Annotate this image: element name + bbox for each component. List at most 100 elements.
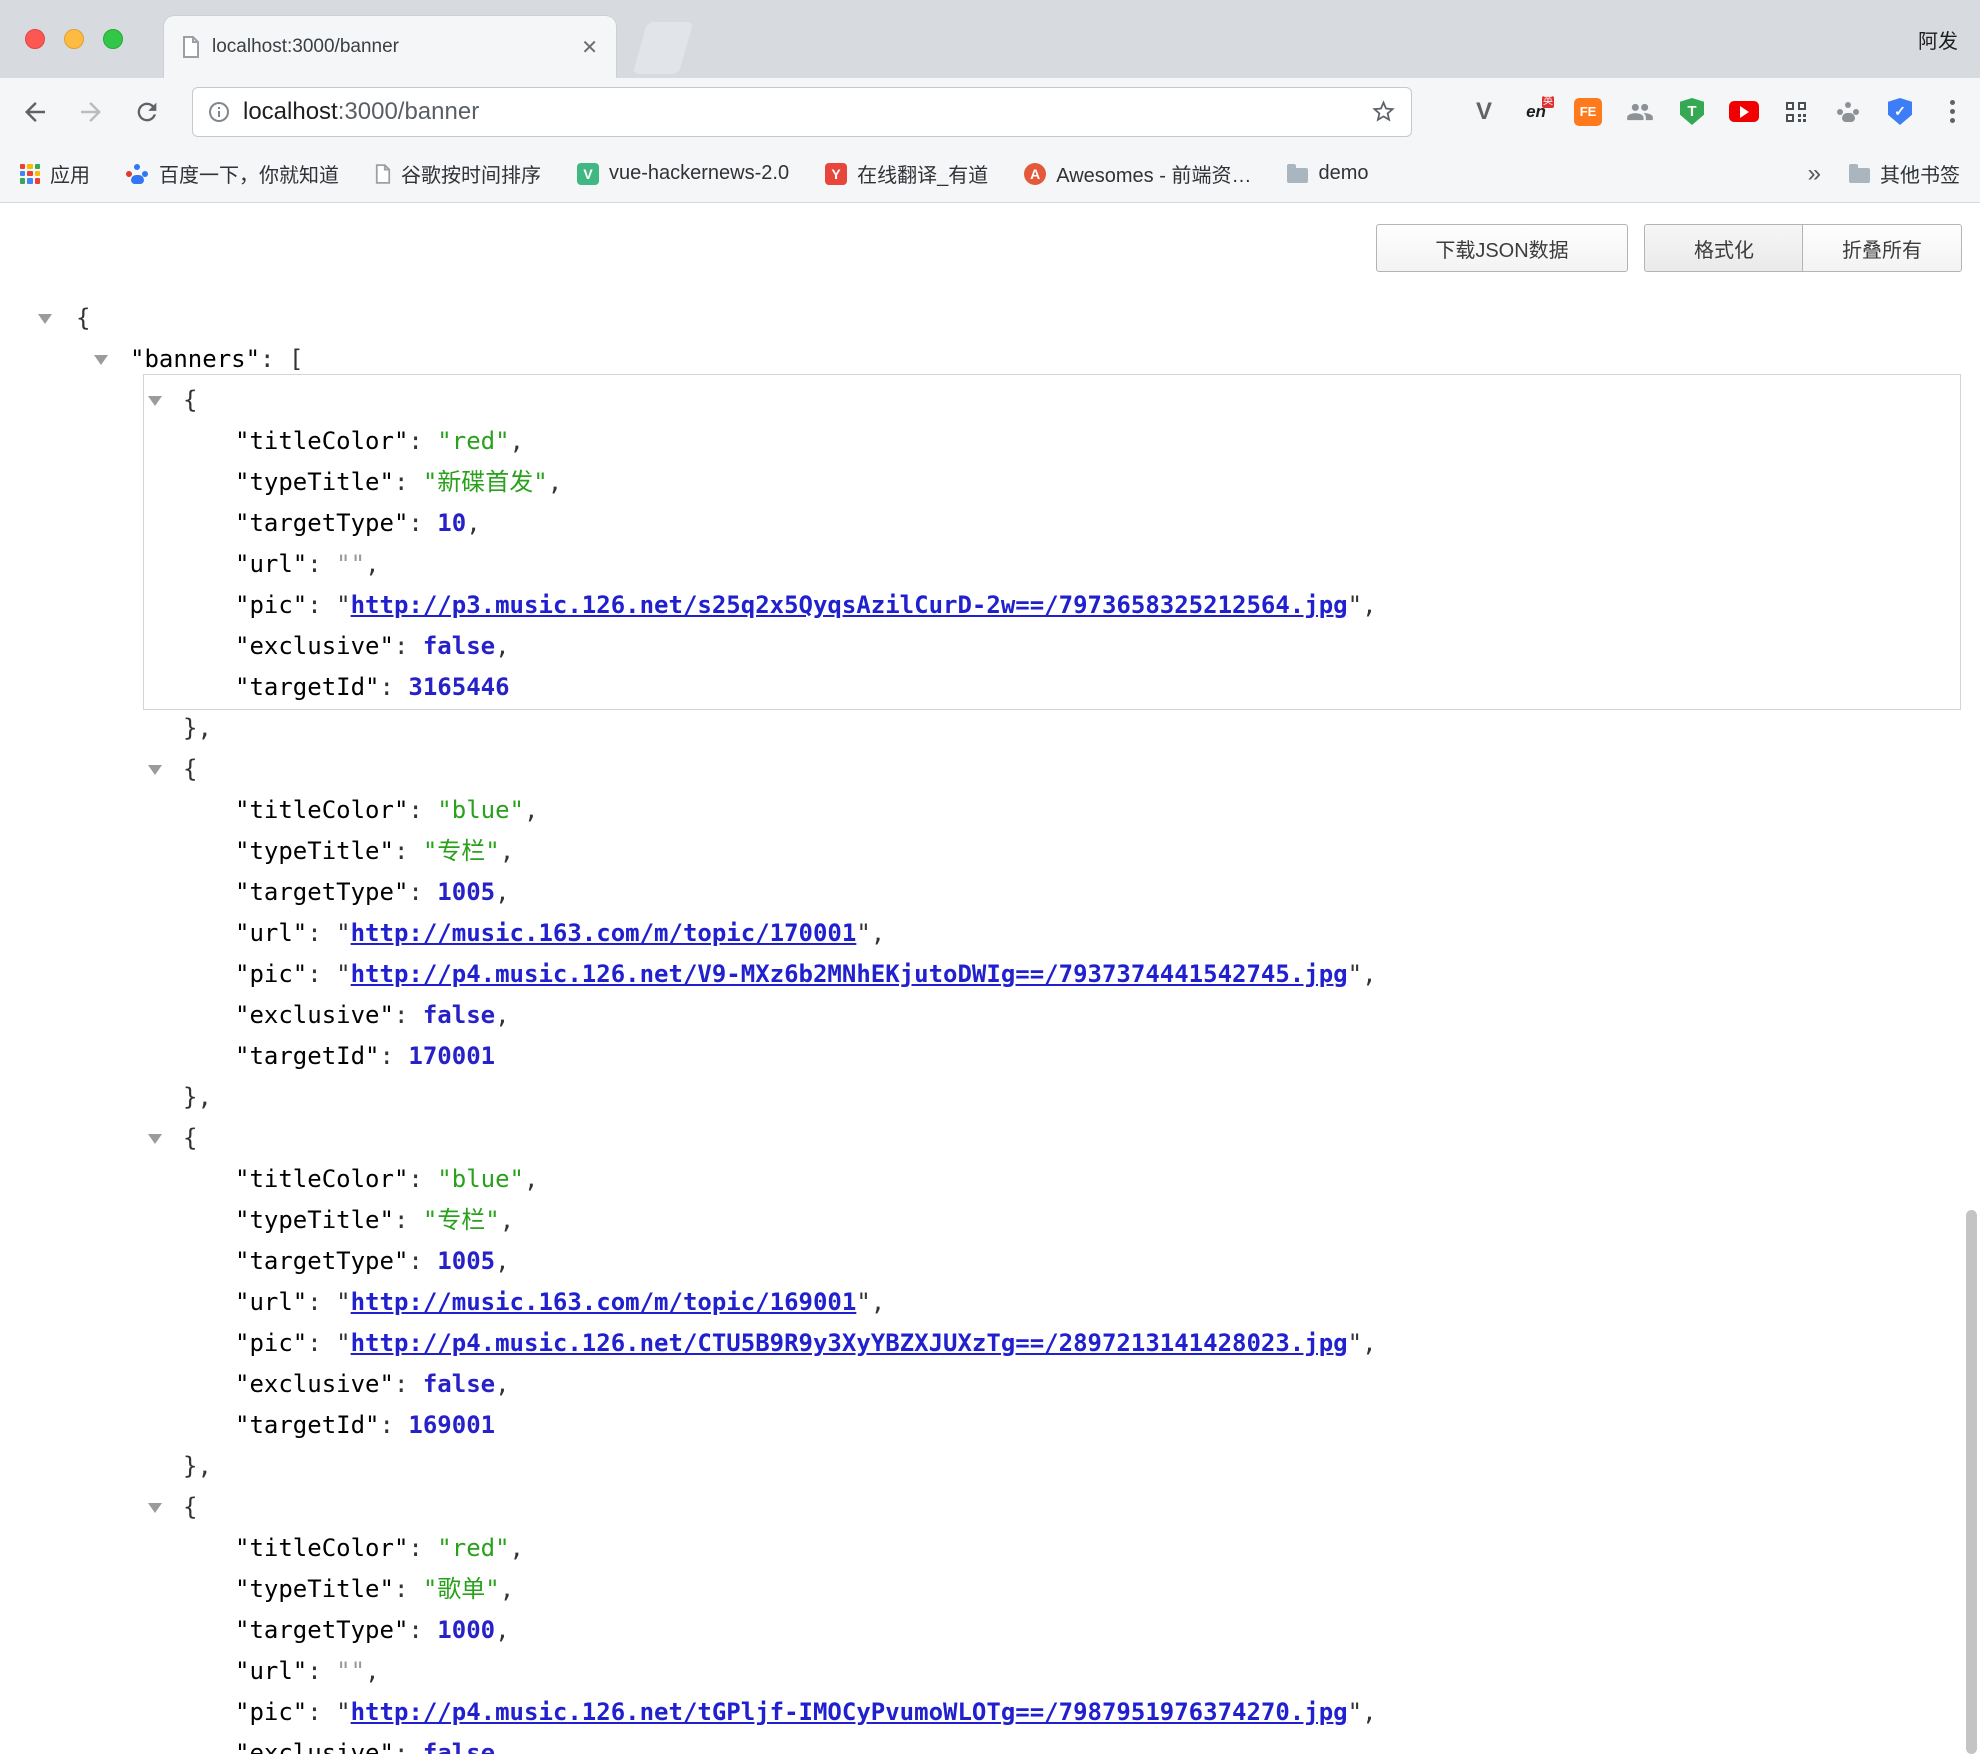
bookmark-apps[interactable]: 应用	[20, 159, 90, 188]
bookmark-google-time-sort[interactable]: 谷歌按时间排序	[375, 159, 541, 188]
json-token: "pic"	[235, 960, 307, 988]
close-window-button[interactable]	[25, 29, 45, 49]
collapse-toggle-icon[interactable]	[94, 355, 108, 365]
json-token: "url"	[235, 1657, 307, 1685]
json-token: "	[856, 919, 870, 947]
json-token: false	[423, 632, 495, 660]
en-translator-extension-icon[interactable]: en英	[1520, 96, 1552, 128]
new-tab-button[interactable]	[633, 22, 694, 74]
tab-strip: localhost:3000/banner ✕ 阿发	[0, 0, 1980, 78]
json-token: :	[380, 673, 409, 701]
maximize-window-button[interactable]	[103, 29, 123, 49]
reload-button[interactable]	[130, 95, 164, 129]
forward-button[interactable]	[74, 95, 108, 129]
document-icon	[375, 164, 391, 184]
collapse-toggle-icon[interactable]	[148, 396, 162, 406]
json-token: :	[408, 1247, 437, 1275]
json-tree: {"banners": [{"titleColor": "red","typeT…	[0, 298, 1963, 1754]
format-button[interactable]: 格式化	[1644, 224, 1804, 272]
json-token: :	[394, 1001, 423, 1029]
json-token: {	[183, 755, 197, 783]
json-line: "targetType": 1005,	[0, 872, 1963, 913]
json-line: "titleColor": "blue",	[0, 1159, 1963, 1200]
json-token: ,	[495, 632, 509, 660]
json-line: "pic": "http://p3.music.126.net/s25q2x5Q…	[0, 585, 1963, 626]
collapse-toggle-icon[interactable]	[148, 1134, 162, 1144]
people-extension-icon[interactable]	[1624, 96, 1656, 128]
json-token: "exclusive"	[235, 1739, 394, 1754]
json-token: "targetId"	[235, 1042, 380, 1070]
collapse-toggle-icon[interactable]	[148, 1503, 162, 1513]
json-link[interactable]: http://p4.music.126.net/CTU5B9R9y3XyYBZX…	[351, 1329, 1348, 1357]
green-shield-extension-icon[interactable]: T	[1676, 96, 1708, 128]
json-token: :	[408, 1616, 437, 1644]
qr-code-extension-icon[interactable]	[1780, 96, 1812, 128]
json-link[interactable]: http://p4.music.126.net/tGPljf-IMOCyPvum…	[351, 1698, 1348, 1726]
download-json-button[interactable]: 下载JSON数据	[1376, 224, 1628, 272]
json-token: "titleColor"	[235, 796, 408, 824]
youtube-extension-icon[interactable]	[1728, 96, 1760, 128]
collapse-toggle-icon[interactable]	[38, 314, 52, 324]
bookmark-label: 应用	[50, 159, 90, 188]
json-token: :	[307, 1329, 336, 1357]
json-token: :	[307, 919, 336, 947]
json-token: "targetType"	[235, 878, 408, 906]
browser-toolbar: localhost:3000/banner V en英 FE T	[0, 78, 1980, 145]
bookmarks-right-group: » 其他书签	[1808, 159, 1960, 188]
json-token: ,	[510, 1534, 524, 1562]
json-token: "歌单"	[423, 1575, 500, 1603]
json-line: "exclusive": false,	[0, 995, 1963, 1036]
collapse-toggle-icon[interactable]	[148, 765, 162, 775]
json-link[interactable]: http://p4.music.126.net/V9-MXz6b2MNhEKju…	[351, 960, 1348, 988]
json-link[interactable]: http://music.163.com/m/topic/169001	[351, 1288, 857, 1316]
collapse-all-button[interactable]: 折叠所有	[1802, 224, 1962, 272]
json-token: :	[394, 468, 423, 496]
json-token: "	[1348, 960, 1362, 988]
json-token: "targetType"	[235, 509, 408, 537]
vue-icon: V	[577, 163, 599, 185]
minimize-window-button[interactable]	[64, 29, 84, 49]
vimium-extension-icon[interactable]: V	[1468, 96, 1500, 128]
json-link[interactable]: http://p3.music.126.net/s25q2x5QyqsAzilC…	[351, 591, 1348, 619]
profile-name[interactable]: 阿发	[1918, 0, 1958, 78]
bookmark-star-icon[interactable]	[1370, 98, 1397, 125]
json-token: {	[76, 304, 90, 332]
address-bar[interactable]: localhost:3000/banner	[192, 87, 1412, 137]
json-token: ,	[500, 837, 514, 865]
tab-close-icon[interactable]: ✕	[581, 35, 598, 60]
bookmark-demo-folder[interactable]: demo	[1287, 162, 1368, 185]
qr-code-icon	[1784, 100, 1808, 124]
json-token: 1000	[437, 1616, 495, 1644]
paw-extension-icon[interactable]	[1832, 96, 1864, 128]
play-icon	[1729, 101, 1759, 122]
browser-menu-button[interactable]	[1936, 96, 1968, 128]
json-token: "targetType"	[235, 1247, 408, 1275]
bookmark-awesomes[interactable]: A Awesomes - 前端资…	[1024, 159, 1251, 188]
kebab-menu-icon	[1950, 109, 1955, 114]
extension-icons-row: V en英 FE T ✓	[1468, 78, 1968, 145]
security-shield-extension-icon[interactable]: ✓	[1884, 96, 1916, 128]
json-token: "	[1348, 1329, 1362, 1357]
json-line: "targetId": 169001	[0, 1405, 1963, 1446]
paw-icon	[1837, 102, 1860, 122]
json-token: ,	[524, 796, 538, 824]
bookmark-vue-hackernews[interactable]: V vue-hackernews-2.0	[577, 162, 789, 185]
json-token: :	[307, 550, 336, 578]
bookmark-baidu[interactable]: 百度一下，你就知道	[126, 159, 339, 188]
json-token: "exclusive"	[235, 1001, 394, 1029]
json-token: 1005	[437, 878, 495, 906]
json-token: ,	[365, 550, 379, 578]
bookmark-youdao-translate[interactable]: Y 在线翻译_有道	[825, 159, 988, 188]
fehelper-extension-icon[interactable]: FE	[1572, 96, 1604, 128]
browser-tab[interactable]: localhost:3000/banner ✕	[164, 16, 616, 78]
page-info-icon[interactable]	[207, 100, 231, 124]
json-line: "pic": "http://p4.music.126.net/V9-MXz6b…	[0, 954, 1963, 995]
bookmarks-overflow-button[interactable]: »	[1808, 160, 1821, 188]
json-token: :	[380, 1042, 409, 1070]
json-link[interactable]: http://music.163.com/m/topic/170001	[351, 919, 857, 947]
other-bookmarks-folder[interactable]: 其他书签	[1849, 159, 1960, 188]
json-token: ,	[548, 468, 562, 496]
bookmark-label: vue-hackernews-2.0	[609, 162, 789, 185]
vertical-scrollbar-thumb[interactable]	[1966, 1210, 1977, 1754]
back-button[interactable]	[18, 95, 52, 129]
